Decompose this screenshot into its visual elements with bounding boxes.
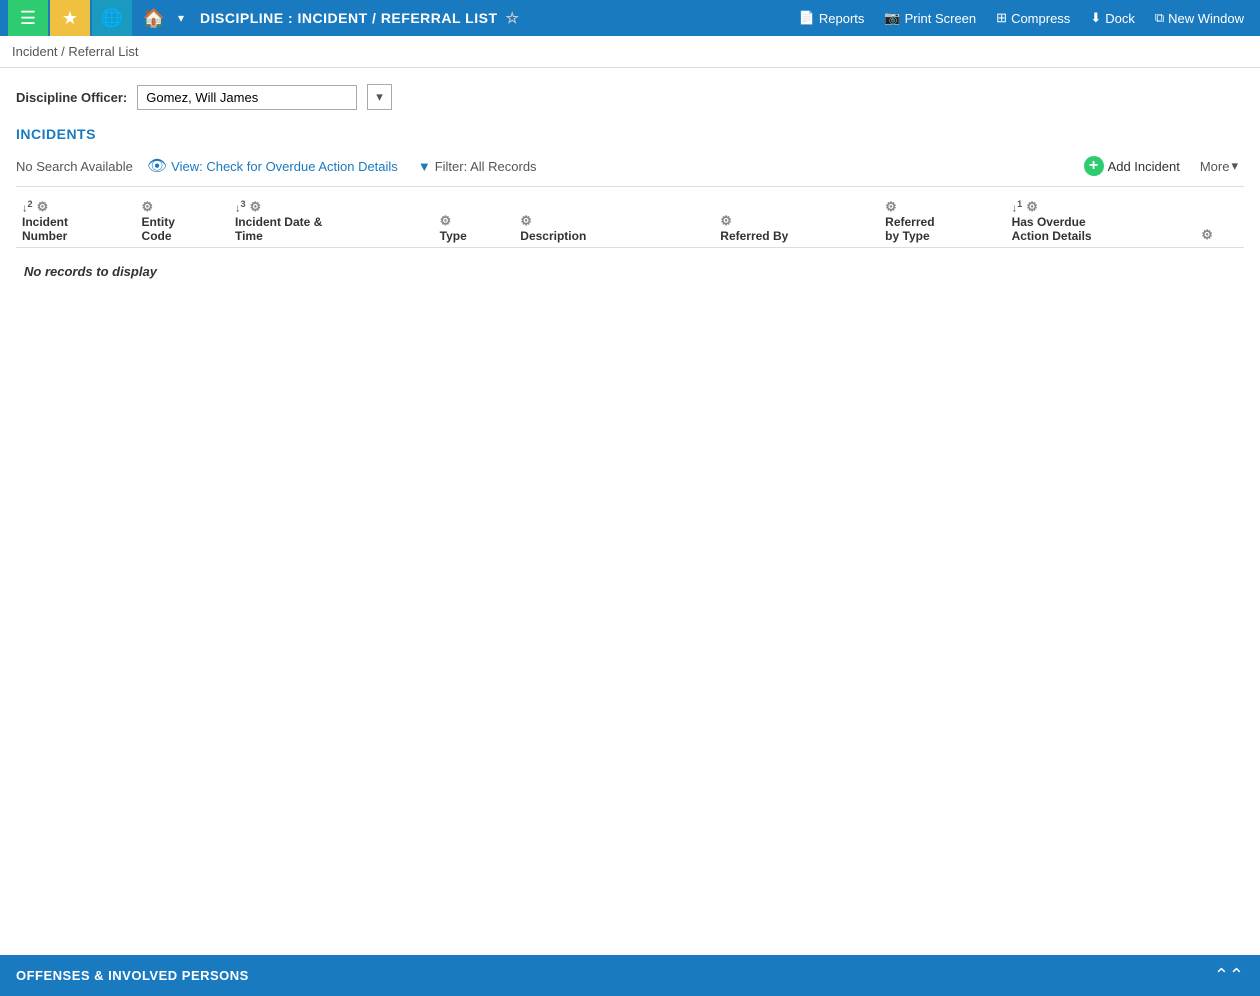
- reports-button[interactable]: 📄 Reports: [791, 0, 873, 36]
- gear-referred-type-icon[interactable]: ⚙: [885, 199, 897, 215]
- incidents-table: ↓2 ⚙ IncidentNumber ⚙ EntityCode ↓3 ⚙: [16, 195, 1244, 295]
- reports-label: Reports: [819, 11, 865, 26]
- col-overdue-label: Has OverdueAction Details: [1012, 215, 1190, 243]
- more-label: More: [1200, 159, 1230, 174]
- home-chevron[interactable]: ▾: [176, 11, 186, 25]
- globe-button[interactable]: 🌐: [92, 0, 132, 36]
- dock-icon: ⬇: [1090, 10, 1101, 26]
- col-incident-number: ↓2 ⚙ IncidentNumber: [16, 195, 136, 248]
- gear-referred-icon[interactable]: ⚙: [720, 213, 732, 229]
- col-referred-by: ⚙ Referred By: [714, 195, 879, 248]
- gear-date-icon[interactable]: ⚙: [250, 199, 262, 215]
- collapse-icon: ⌃⌃: [1214, 965, 1244, 985]
- col-incident-date: ↓3 ⚙ Incident Date &Time: [229, 195, 434, 248]
- home-button[interactable]: 🏠: [134, 0, 174, 36]
- title-star-outline[interactable]: ☆: [506, 9, 520, 27]
- home-icon: 🏠: [143, 8, 165, 29]
- add-incident-label: Add Incident: [1108, 159, 1180, 174]
- topbar: ☰ ★ 🌐 🏠 ▾ DISCIPLINE : INCIDENT / REFERR…: [0, 0, 1260, 36]
- dock-label: Dock: [1105, 11, 1135, 26]
- officer-row: Discipline Officer: ▾: [16, 84, 1244, 110]
- main-content: Discipline Officer: ▾ INCIDENTS No Searc…: [0, 68, 1260, 992]
- toolbar-row: No Search Available 👁 View: Check for Ov…: [16, 154, 1244, 187]
- menu-button[interactable]: ☰: [8, 0, 48, 36]
- col-description-label: Description: [520, 229, 708, 243]
- gear-overdue-icon[interactable]: ⚙: [1026, 199, 1038, 215]
- col-type: ⚙ Type: [434, 195, 515, 248]
- more-chevron-icon: ▾: [1231, 158, 1238, 174]
- view-label: View: Check for Overdue Action Details: [171, 159, 398, 174]
- col-description: ⚙ Description: [514, 195, 714, 248]
- page-title: DISCIPLINE : INCIDENT / REFERRAL LIST ☆: [188, 0, 789, 36]
- add-incident-button[interactable]: + Add Incident: [1078, 154, 1186, 178]
- print-screen-button[interactable]: 📷 Print Screen: [876, 0, 984, 36]
- add-circle-icon: +: [1084, 156, 1104, 176]
- menu-icon: ☰: [20, 8, 36, 29]
- col-type-label: Type: [440, 229, 509, 243]
- sort-2-icon[interactable]: ↓2: [22, 199, 33, 215]
- filter-icon: ▼: [418, 159, 431, 174]
- breadcrumb: Incident / Referral List: [0, 36, 1260, 68]
- title-text: DISCIPLINE : INCIDENT / REFERRAL LIST: [200, 10, 497, 26]
- no-search-label: No Search Available: [16, 159, 133, 174]
- topbar-actions: 📄 Reports 📷 Print Screen ⊞ Compress ⬇ Do…: [791, 0, 1252, 36]
- star-icon: ★: [62, 8, 78, 29]
- officer-dropdown-button[interactable]: ▾: [367, 84, 392, 110]
- view-overdue-button[interactable]: 👁 View: Check for Overdue Action Details: [141, 154, 404, 178]
- officer-label: Discipline Officer:: [16, 90, 127, 105]
- eye-icon: 👁: [147, 156, 167, 176]
- gear-entity-icon[interactable]: ⚙: [142, 199, 154, 215]
- bottom-section-title: OFFENSES & INVOLVED PERSONS: [16, 968, 249, 983]
- sort-1-icon[interactable]: ↓1: [1012, 199, 1023, 215]
- col-referred-by-type-label: Referredby Type: [885, 215, 999, 243]
- dock-button[interactable]: ⬇ Dock: [1082, 0, 1143, 36]
- col-incident-label: IncidentNumber: [22, 215, 130, 243]
- reports-icon: 📄: [799, 10, 815, 26]
- table-header-row: ↓2 ⚙ IncidentNumber ⚙ EntityCode ↓3 ⚙: [16, 195, 1244, 248]
- gear-type-icon[interactable]: ⚙: [440, 213, 452, 229]
- globe-icon: 🌐: [101, 8, 123, 29]
- collapse-button[interactable]: ⌃⌃: [1214, 965, 1244, 986]
- gear-extra-icon[interactable]: ⚙: [1201, 227, 1213, 243]
- new-window-label: New Window: [1168, 11, 1244, 26]
- officer-input[interactable]: [137, 85, 357, 110]
- filter-button[interactable]: ▼ Filter: All Records: [412, 157, 543, 176]
- sort-3-icon[interactable]: ↓3: [235, 199, 246, 215]
- compress-icon: ⊞: [996, 10, 1007, 26]
- compress-button[interactable]: ⊞ Compress: [988, 0, 1078, 36]
- filter-label: Filter: All Records: [435, 159, 537, 174]
- print-icon: 📷: [884, 10, 900, 26]
- gear-incident-icon[interactable]: ⚙: [37, 199, 49, 215]
- col-referred-by-type: ⚙ Referredby Type: [879, 195, 1005, 248]
- print-screen-label: Print Screen: [905, 11, 977, 26]
- col-referred-by-label: Referred By: [720, 229, 873, 243]
- compress-label: Compress: [1011, 11, 1070, 26]
- chevron-down-icon: ▾: [376, 89, 383, 104]
- no-records-row: No records to display: [16, 248, 1244, 296]
- breadcrumb-text: Incident / Referral List: [12, 44, 138, 59]
- new-window-icon: ⧉: [1155, 10, 1164, 26]
- incidents-section-header: INCIDENTS: [16, 126, 1244, 142]
- more-button[interactable]: More ▾: [1194, 156, 1244, 176]
- no-records-message: No records to display: [16, 248, 1244, 296]
- favorites-button[interactable]: ★: [50, 0, 90, 36]
- col-extra: ⚙: [1195, 195, 1244, 248]
- col-entity-label: EntityCode: [142, 215, 223, 243]
- col-date-label: Incident Date &Time: [235, 215, 428, 243]
- new-window-button[interactable]: ⧉ New Window: [1147, 0, 1252, 36]
- gear-desc-icon[interactable]: ⚙: [520, 213, 532, 229]
- col-entity-code: ⚙ EntityCode: [136, 195, 229, 248]
- col-has-overdue: ↓1 ⚙ Has OverdueAction Details: [1006, 195, 1196, 248]
- bottom-section: OFFENSES & INVOLVED PERSONS ⌃⌃: [0, 955, 1260, 996]
